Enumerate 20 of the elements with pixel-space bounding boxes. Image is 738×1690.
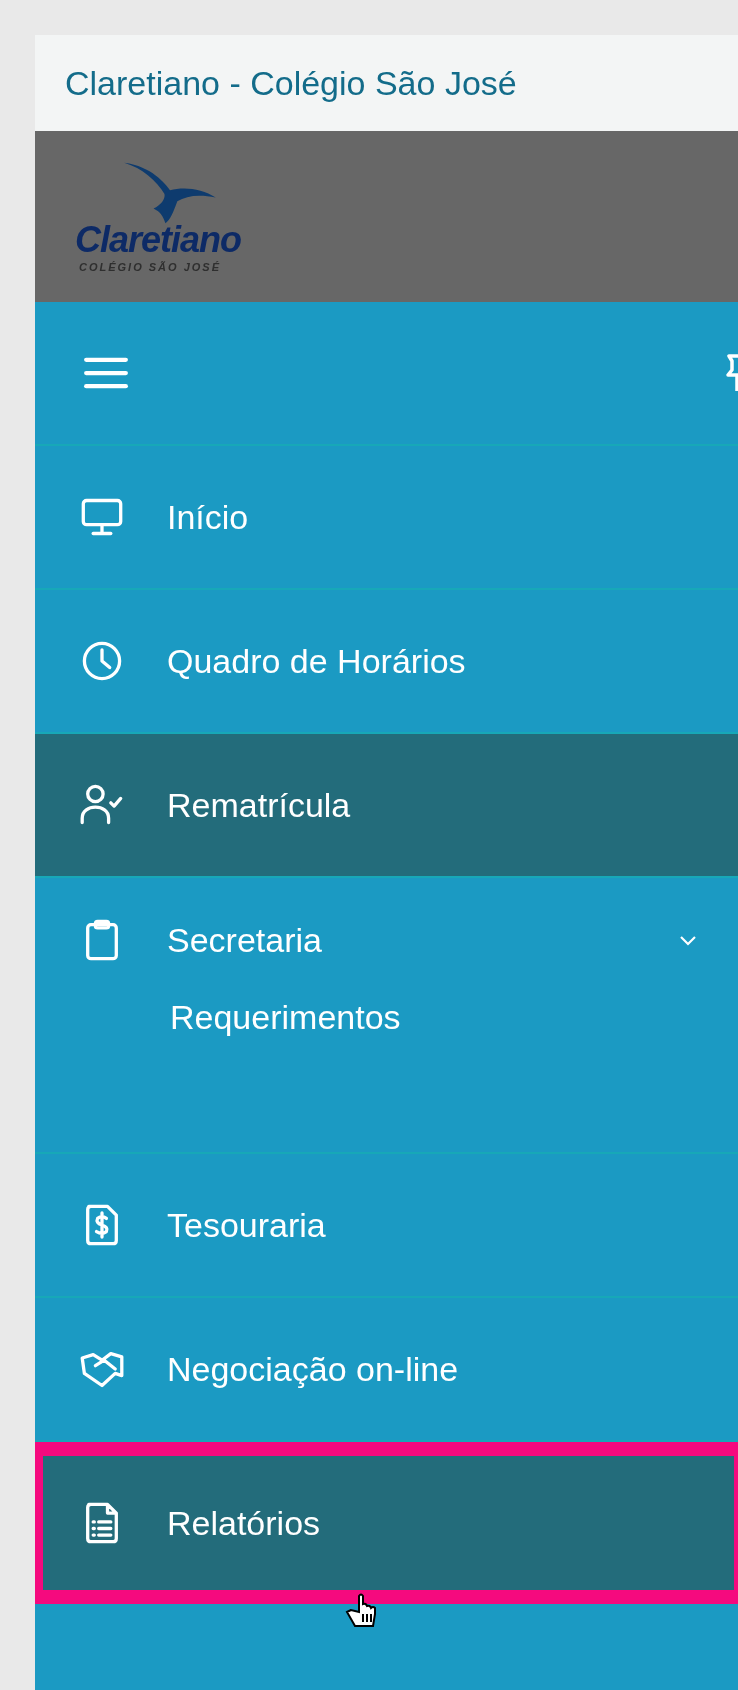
menu-label: Rematrícula	[167, 785, 352, 825]
submenu-item[interactable]: Requerimentos	[35, 998, 401, 1037]
menu-label: Início	[167, 497, 250, 537]
menu-item[interactable]: Início	[35, 446, 738, 590]
menu-label: Quadro de Horários	[167, 641, 467, 681]
menu-label: Secretaria	[167, 920, 323, 960]
menu-item[interactable]: Tesouraria	[35, 1154, 738, 1298]
menu-item[interactable]: Rematrícula	[35, 734, 738, 878]
menu-label: Tesouraria	[167, 1205, 327, 1245]
clock-icon	[80, 639, 124, 683]
user-check-icon	[80, 783, 124, 827]
menu-item[interactable]: Relatórios	[43, 1456, 734, 1590]
menu-item[interactable]: Negociação on-line	[35, 1298, 738, 1442]
menu-icon[interactable]	[82, 356, 130, 390]
site-title: Claretiano - Colégio São José	[65, 63, 517, 103]
logo-wordmark: Claretiano	[75, 218, 242, 261]
menu-label: Negociação on-line	[167, 1349, 460, 1389]
logo-subtitle: COLÉGIO SÃO JOSÉ	[79, 260, 222, 273]
menu-item[interactable]: Secretaria Requerimentos	[35, 878, 738, 1154]
menu-label: Relatórios	[167, 1503, 322, 1543]
